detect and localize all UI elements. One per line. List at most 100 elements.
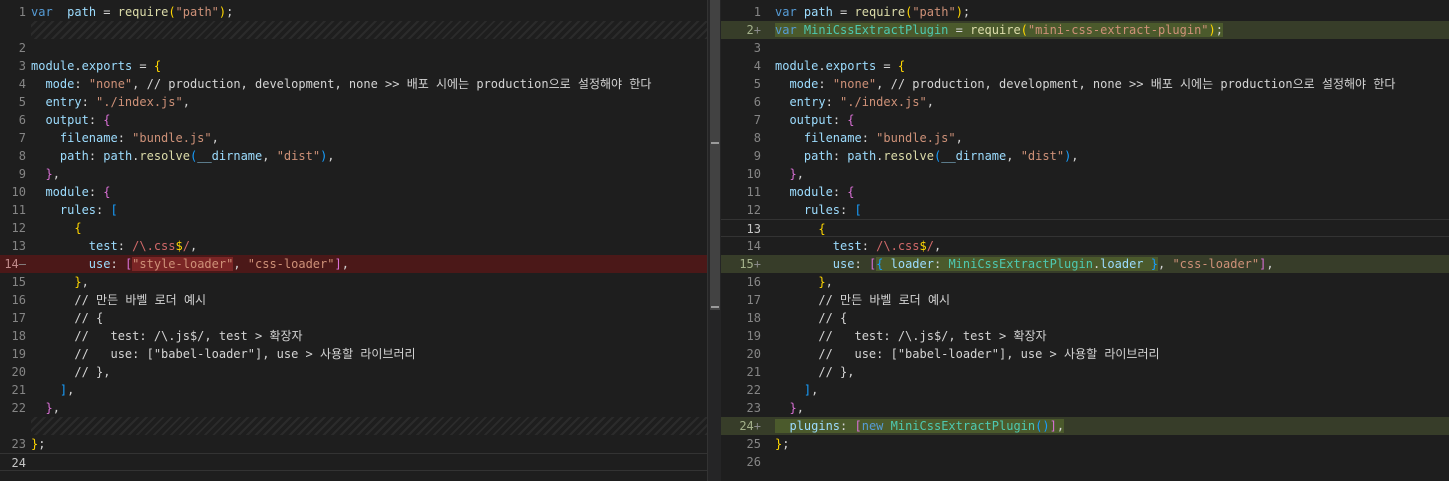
code-line[interactable]: 14 test: /\.css$/, — [721, 237, 1449, 255]
code-text[interactable]: // use: ["babel-loader"], use > 사용할 라이브러… — [775, 345, 1159, 363]
code-text[interactable]: }, — [775, 165, 803, 183]
code-text[interactable]: { — [775, 220, 825, 238]
code-line[interactable]: 8 path: path.resolve(__dirname, "dist"), — [0, 147, 707, 165]
code-line[interactable]: 13 { — [721, 219, 1449, 237]
code-text[interactable]: plugins: [new MiniCssExtractPlugin()], — [775, 417, 1065, 435]
diff-modified-pane[interactable]: 1 var path = require("path"); 2+ var MiniCs… — [721, 0, 1449, 481]
code-text[interactable]: module.exports = { — [31, 57, 161, 75]
code-text[interactable]: path: path.resolve(__dirname, "dist"), — [775, 147, 1079, 165]
code-text[interactable]: module.exports = { — [775, 57, 905, 75]
code-line[interactable]: 11 module: { — [721, 183, 1449, 201]
code-text[interactable]: }, — [31, 399, 59, 417]
code-text[interactable]: output: { — [775, 111, 854, 129]
code-line[interactable]: 5 entry: "./index.js", — [0, 93, 707, 111]
code-text[interactable]: entry: "./index.js", — [775, 93, 934, 111]
code-text[interactable]: test: /\.css$/, — [775, 237, 941, 255]
code-line[interactable]: 10 module: { — [0, 183, 707, 201]
code-text[interactable]: test: /\.css$/, — [31, 237, 197, 255]
code-line[interactable]: 4 mode: "none", // production, developme… — [0, 75, 707, 93]
code-line[interactable]: 19 // use: ["babel-loader"], use > 사용할 라… — [0, 345, 707, 363]
code-line[interactable]: 22 ], — [721, 381, 1449, 399]
code-text[interactable]: }; — [775, 435, 789, 453]
code-line[interactable]: 1 var path = require("path"); — [721, 3, 1449, 21]
code-text[interactable]: // test: /\.js$/, test > 확장자 — [31, 327, 302, 345]
scrollbar-thumb[interactable] — [710, 0, 720, 310]
code-line[interactable]: 18 // test: /\.js$/, test > 확장자 — [0, 327, 707, 345]
code-line[interactable]: 9 }, — [0, 165, 707, 183]
code-text[interactable]: rules: [ — [31, 201, 118, 219]
code-line[interactable]: 23}; — [0, 435, 707, 453]
code-text[interactable]: output: { — [31, 111, 110, 129]
code-line[interactable]: 16 }, — [721, 273, 1449, 291]
code-text[interactable]: ], — [31, 381, 74, 399]
code-line[interactable]: 25}; — [721, 435, 1449, 453]
code-text[interactable]: var path = require("path"); — [31, 3, 233, 21]
code-line[interactable]: 21 // }, — [721, 363, 1449, 381]
code-text[interactable]: // }, — [775, 363, 854, 381]
code-line[interactable]: 17 // { — [0, 309, 707, 327]
code-text[interactable]: { — [31, 219, 81, 237]
code-text[interactable]: module: { — [31, 183, 110, 201]
code-text[interactable]: entry: "./index.js", — [31, 93, 190, 111]
code-text[interactable]: }, — [775, 273, 832, 291]
code-text[interactable]: use: [{ loader: MiniCssExtractPlugin.loa… — [775, 255, 1274, 273]
code-text[interactable]: mode: "none", // production, development… — [31, 75, 651, 93]
code-line[interactable]: 2+ var MiniCssExtractPlugin = require("mi… — [721, 21, 1449, 39]
code-text[interactable]: filename: "bundle.js", — [31, 129, 219, 147]
code-line[interactable]: 2 — [0, 39, 707, 57]
code-text[interactable]: // use: ["babel-loader"], use > 사용할 라이브러… — [31, 345, 415, 363]
code-line[interactable]: 12 rules: [ — [721, 201, 1449, 219]
code-line[interactable]: 22 }, — [0, 399, 707, 417]
code-text[interactable]: use: ["style-loader", "css-loader"], — [31, 255, 349, 273]
code-line[interactable]: 20 // }, — [0, 363, 707, 381]
code-line[interactable]: 3 — [721, 39, 1449, 57]
code-line[interactable]: 9 path: path.resolve(__dirname, "dist"), — [721, 147, 1449, 165]
diff-original-pane[interactable]: 1 var path = require("path"); 2 3 module.exp… — [0, 0, 707, 481]
code-line[interactable]: 1 var path = require("path"); — [0, 3, 707, 21]
code-line[interactable]: 6 output: { — [0, 111, 707, 129]
code-line[interactable]: 26 — [721, 453, 1449, 471]
code-text[interactable]: // { — [775, 309, 847, 327]
code-line[interactable]: 20 // use: ["babel-loader"], use > 사용할 라… — [721, 345, 1449, 363]
code-text[interactable]: // 만든 바벨 로더 예시 — [775, 291, 950, 309]
code-line[interactable]: 10 }, — [721, 165, 1449, 183]
code-text[interactable]: // 만든 바벨 로더 예시 — [31, 291, 206, 309]
code-line[interactable]: 4 module.exports = { — [721, 57, 1449, 75]
code-line[interactable]: 15 }, — [0, 273, 707, 291]
code-text[interactable]: var MiniCssExtractPlugin = require("mini… — [775, 21, 1223, 39]
code-text[interactable]: }; — [31, 435, 45, 453]
code-line[interactable]: 13 test: /\.css$/, — [0, 237, 707, 255]
code-text[interactable]: rules: [ — [775, 201, 862, 219]
code-text[interactable]: module: { — [775, 183, 854, 201]
code-text[interactable]: var path = require("path"); — [775, 3, 970, 21]
code-line[interactable]: 12 { — [0, 219, 707, 237]
code-line[interactable]: 7 filename: "bundle.js", — [0, 129, 707, 147]
code-line[interactable]: 21 ], — [0, 381, 707, 399]
diff-scrollbar[interactable] — [707, 0, 722, 481]
code-line[interactable]: 16 // 만든 바벨 로더 예시 — [0, 291, 707, 309]
code-text[interactable]: // }, — [31, 363, 110, 381]
code-line[interactable]: 11 rules: [ — [0, 201, 707, 219]
code-line[interactable]: 6 entry: "./index.js", — [721, 93, 1449, 111]
code-line[interactable]: 24 — [0, 453, 707, 471]
code-line[interactable]: 24+ plugins: [new MiniCssExtractPlugin()… — [721, 417, 1449, 435]
code-line[interactable]: 19 // test: /\.js$/, test > 확장자 — [721, 327, 1449, 345]
code-line[interactable]: 15+ use: [{ loader: MiniCssExtractPlugin… — [721, 255, 1449, 273]
code-line[interactable]: 14— use: ["style-loader", "css-loader"], — [0, 255, 707, 273]
code-text[interactable]: filename: "bundle.js", — [775, 129, 963, 147]
code-text[interactable]: // { — [31, 309, 103, 327]
code-text[interactable]: ], — [775, 381, 818, 399]
code-line[interactable]: 23 }, — [721, 399, 1449, 417]
code-line[interactable]: 8 filename: "bundle.js", — [721, 129, 1449, 147]
code-line[interactable]: 18 // { — [721, 309, 1449, 327]
code-text[interactable]: mode: "none", // production, development… — [775, 75, 1395, 93]
code-text[interactable]: // test: /\.js$/, test > 확장자 — [775, 327, 1046, 345]
code-line[interactable]: 3 module.exports = { — [0, 57, 707, 75]
code-text[interactable]: }, — [31, 165, 59, 183]
code-line[interactable]: 17 // 만든 바벨 로더 예시 — [721, 291, 1449, 309]
code-text[interactable]: path: path.resolve(__dirname, "dist"), — [31, 147, 335, 165]
code-line[interactable]: 7 output: { — [721, 111, 1449, 129]
code-line[interactable]: 5 mode: "none", // production, developme… — [721, 75, 1449, 93]
code-text[interactable]: }, — [775, 399, 803, 417]
code-text[interactable]: }, — [31, 273, 88, 291]
